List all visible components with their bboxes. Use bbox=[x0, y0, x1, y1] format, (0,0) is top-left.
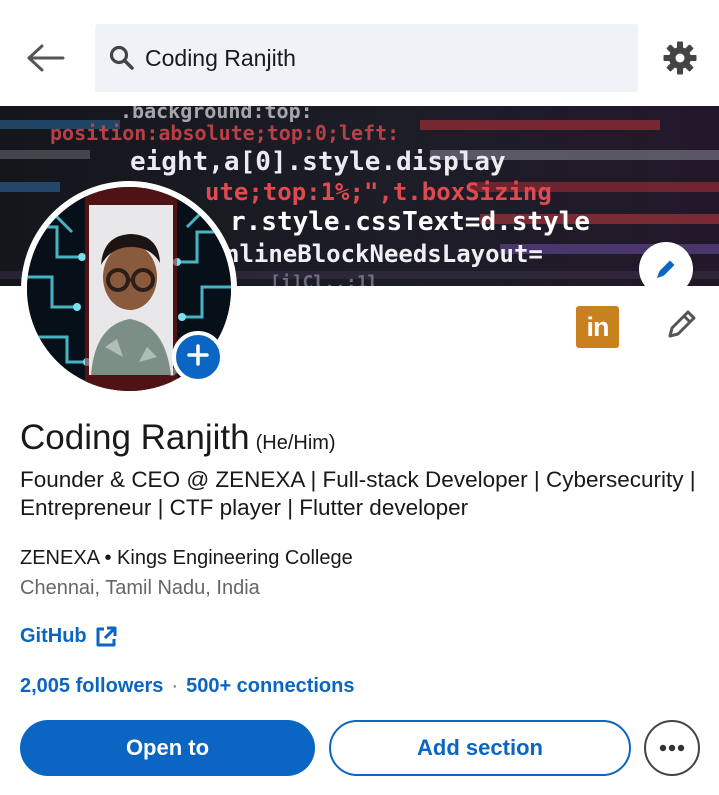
followers-link[interactable]: 2,005 followers bbox=[20, 675, 163, 698]
pronouns: (He/Him) bbox=[255, 432, 336, 454]
search-value: Coding Ranjith bbox=[145, 44, 296, 71]
more-button[interactable] bbox=[644, 720, 700, 776]
banner-code-line-2: position:absolute;top:0;left: bbox=[50, 121, 399, 145]
company-school[interactable]: ZENEXA • Kings Engineering College bbox=[20, 547, 353, 570]
search-input[interactable]: Coding Ranjith bbox=[95, 24, 638, 92]
back-button[interactable] bbox=[22, 38, 70, 82]
add-photo-button[interactable] bbox=[172, 331, 224, 383]
profile-name: Coding Ranjith bbox=[20, 418, 250, 457]
gear-icon bbox=[662, 40, 698, 81]
network-stats: 2,005 followers · 500+ connections bbox=[20, 675, 354, 698]
plus-icon bbox=[187, 343, 209, 371]
search-icon bbox=[109, 44, 137, 72]
website-link[interactable]: GitHub bbox=[20, 625, 117, 648]
banner-code-line-3: eight,a[0].style.display bbox=[130, 147, 506, 177]
profile-headline: Founder & CEO @ ZENEXA | Full-stack Deve… bbox=[20, 467, 696, 520]
open-to-button[interactable]: Open to bbox=[20, 720, 315, 776]
top-bar: Coding Ranjith bbox=[0, 0, 719, 106]
banner-code-line-7: [i]Cl..:1l bbox=[270, 272, 378, 286]
add-section-button[interactable]: Add section bbox=[329, 720, 631, 776]
connections-link[interactable]: 500+ connections bbox=[186, 675, 354, 698]
linkedin-logo-icon: in bbox=[586, 311, 610, 342]
name-row: Coding Ranjith (He/Him) bbox=[20, 418, 336, 458]
edit-intro-button[interactable] bbox=[658, 306, 702, 350]
settings-button[interactable] bbox=[656, 36, 704, 84]
pencil-icon bbox=[653, 256, 679, 282]
location: Chennai, Tamil Nadu, India bbox=[20, 577, 260, 599]
linkedin-badge-button[interactable]: in bbox=[576, 306, 619, 348]
arrow-left-icon bbox=[26, 43, 66, 78]
external-link-icon bbox=[95, 626, 117, 648]
ellipsis-icon bbox=[659, 739, 685, 757]
banner-code-line-5: r.style.cssText=d.style bbox=[230, 207, 590, 237]
separator: · bbox=[171, 675, 179, 697]
banner-code-line-6: nlineBlockNeedsLayout= bbox=[225, 240, 543, 268]
banner-code-line-4: ute;top:1%;",t.boxSizing bbox=[205, 178, 552, 206]
pencil-icon bbox=[662, 308, 698, 349]
website-label: GitHub bbox=[20, 625, 87, 647]
